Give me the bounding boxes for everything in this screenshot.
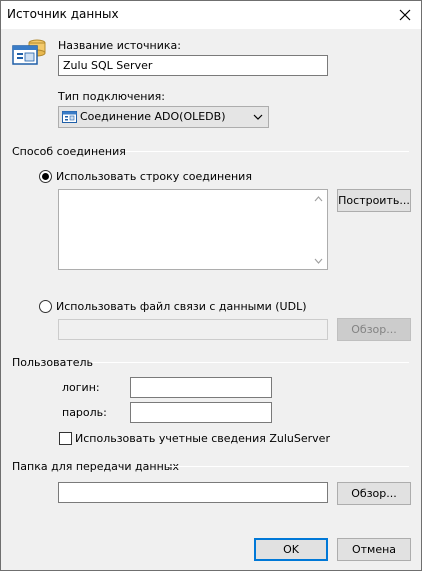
connection-method-divider xyxy=(125,151,409,152)
password-label: пароль: xyxy=(62,406,107,419)
scroll-down-icon[interactable] xyxy=(310,252,327,269)
use-zulu-credentials-label[interactable]: Использовать учетные сведения ZuluServer xyxy=(75,432,330,445)
connection-type-select[interactable]: Соединение ADO(OLEDB) xyxy=(58,106,269,128)
login-input[interactable] xyxy=(130,377,272,398)
close-icon xyxy=(399,9,411,21)
transfer-folder-browse-button[interactable]: Обзор... xyxy=(337,482,411,505)
scroll-up-icon[interactable] xyxy=(310,190,327,207)
data-source-icon xyxy=(11,37,47,72)
data-source-dialog: Источник данных Название источника: Zulu… xyxy=(0,0,422,571)
connection-string-input[interactable] xyxy=(58,189,328,270)
use-connection-string-radio[interactable] xyxy=(39,170,52,183)
source-name-label: Название источника: xyxy=(58,39,181,52)
transfer-folder-input[interactable] xyxy=(58,482,328,503)
user-divider xyxy=(92,362,409,363)
use-udl-file-label[interactable]: Использовать файл связи с данными (UDL) xyxy=(56,300,307,313)
chevron-down-icon xyxy=(253,111,263,126)
ok-button[interactable]: OK xyxy=(254,538,328,561)
udl-file-input xyxy=(58,319,328,340)
title-bar[interactable]: Источник данных xyxy=(1,1,421,29)
transfer-folder-divider xyxy=(166,466,409,467)
use-connection-string-label[interactable]: Использовать строку соединения xyxy=(56,170,252,183)
database-connection-icon xyxy=(62,110,77,127)
login-label: логин: xyxy=(62,381,100,394)
source-name-input[interactable]: Zulu SQL Server xyxy=(58,55,328,76)
connection-type-label: Тип подключения: xyxy=(58,90,165,103)
use-udl-file-radio[interactable] xyxy=(39,300,52,313)
close-button[interactable] xyxy=(389,1,421,29)
cancel-button[interactable]: Отмена xyxy=(337,538,411,561)
window-title: Источник данных xyxy=(7,7,119,21)
build-connection-button[interactable]: Построить... xyxy=(337,189,411,212)
password-input[interactable] xyxy=(130,402,272,423)
user-group-label: Пользователь xyxy=(12,356,94,369)
use-zulu-credentials-checkbox[interactable] xyxy=(59,432,72,445)
transfer-folder-group-label: Папка для передачи данных xyxy=(12,460,179,473)
connection-method-group-label: Способ соединения xyxy=(12,145,126,158)
udl-browse-button: Обзор... xyxy=(337,318,411,341)
connection-string-scrollbar[interactable] xyxy=(310,190,327,269)
connection-type-value: Соединение ADO(OLEDB) xyxy=(80,110,226,123)
